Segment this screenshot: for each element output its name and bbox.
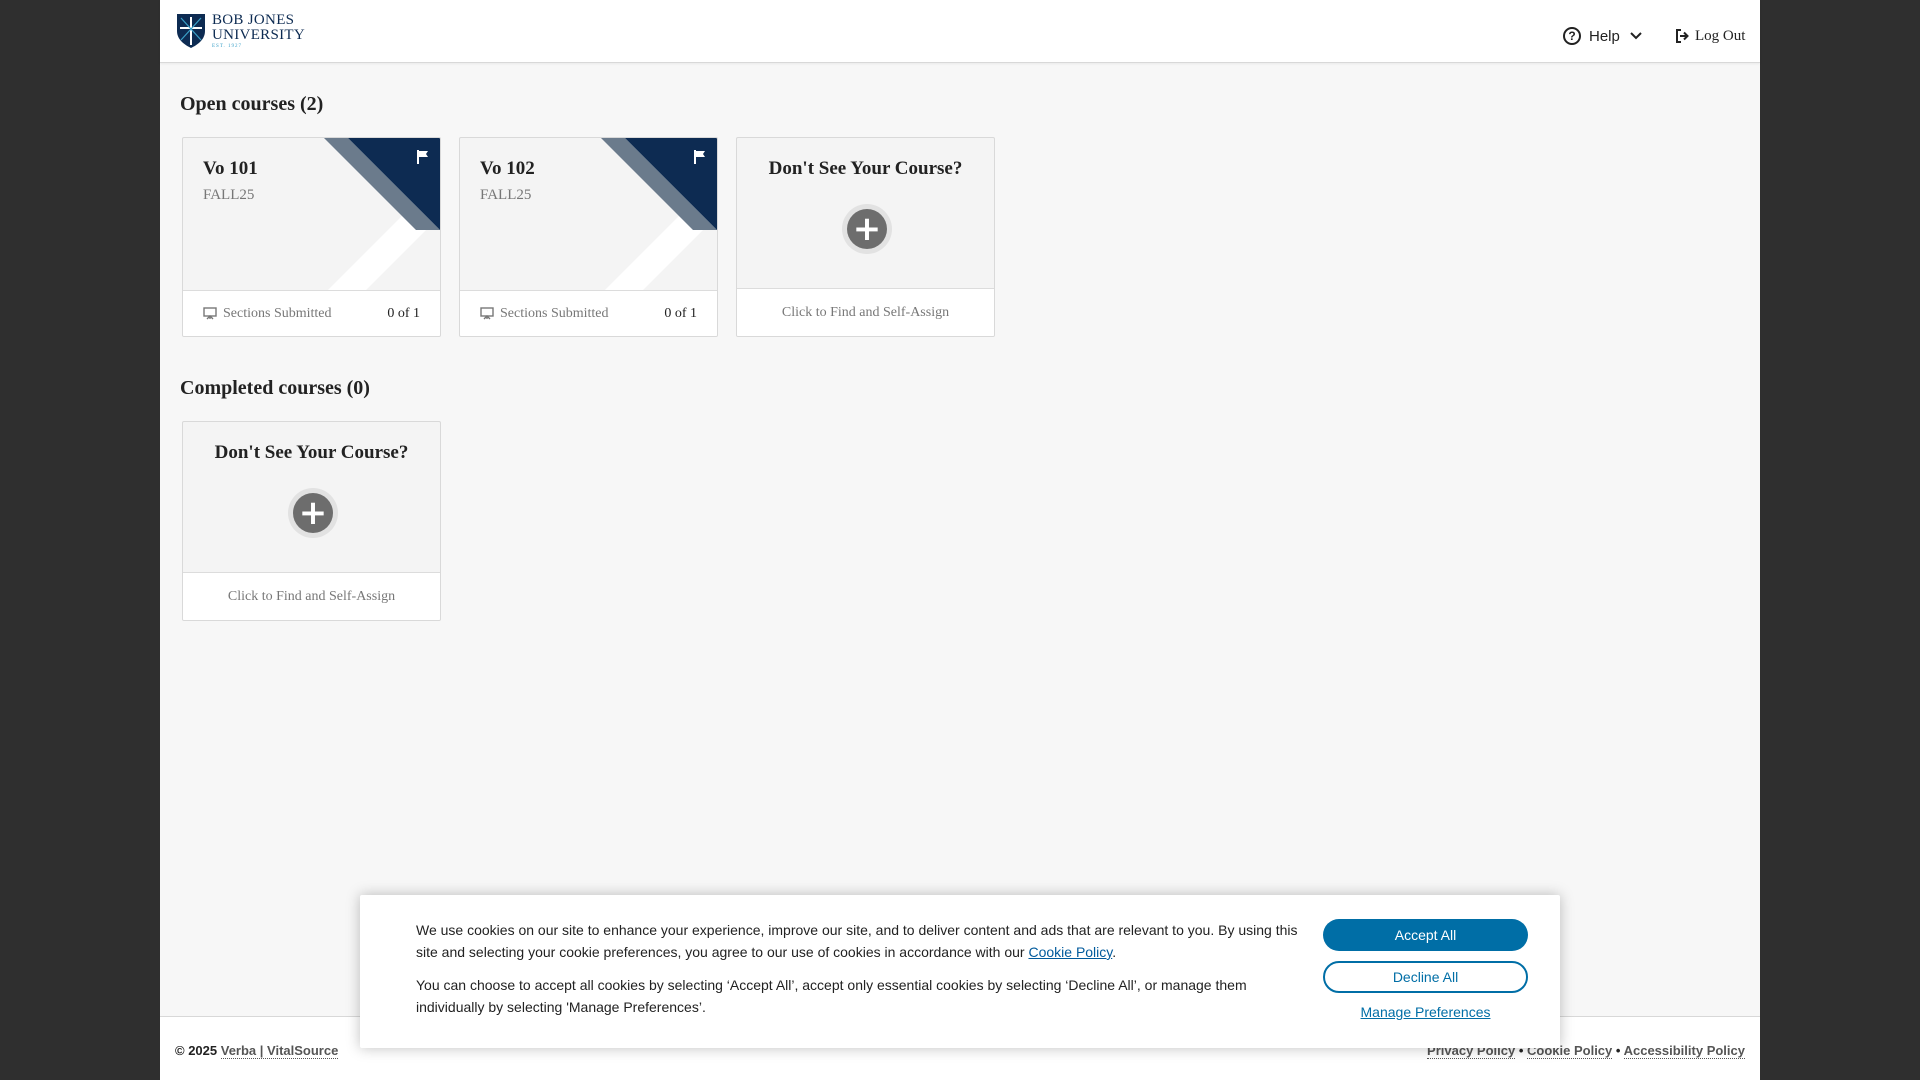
plus-circle-icon[interactable]: + [288,488,338,538]
course-card-footer: Sections Submitted 0 of 1 [183,290,440,336]
sign-out-icon [1676,29,1689,43]
sections-submitted-text: Sections Submitted [223,305,332,321]
presentation-board-icon [203,307,217,320]
cookie-policy-inline-link[interactable]: Cookie Policy [1028,944,1112,960]
question-circle-icon: ? [1563,27,1581,45]
decline-all-button[interactable]: Decline All [1323,961,1528,993]
presentation-board-icon [480,307,494,320]
cookie-banner-text: We use cookies on our site to enhance yo… [416,919,1302,1018]
course-term: FALL25 [203,187,255,203]
course-card[interactable]: Vo 101 FALL25 Sections Submitted 0 of 1 [182,137,441,337]
cookie-text-1: We use cookies on our site to enhance yo… [416,922,1298,960]
sections-submitted-label: Sections Submitted [480,306,664,322]
course-card[interactable]: Vo 102 FALL25 Sections Submitted 0 of 1 [459,137,718,337]
find-course-title: Don't See Your Course? [214,442,409,463]
find-course-action[interactable]: Click to Find and Self-Assign [737,288,994,336]
copyright-text: © 2025 [175,1043,218,1058]
cookie-consent-banner: We use cookies on our site to enhance yo… [360,895,1560,1048]
course-title: Vo 101 [203,158,258,179]
plus-circle-icon[interactable]: + [842,204,892,254]
course-term: FALL25 [480,187,532,203]
footer-separator: • [1615,1043,1621,1058]
logo-line-3: EST. 1927 [212,44,243,49]
verba-vitalsource-link[interactable]: Verba | VitalSource [220,1043,339,1059]
help-label: Help [1589,27,1620,45]
logo-line-1: BOB JONES [212,12,295,28]
cookie-paragraph-2: You can choose to accept all cookies by … [416,977,1247,1015]
sections-submitted-label: Sections Submitted [203,306,387,322]
find-course-card[interactable]: Don't See Your Course? + Click to Find a… [736,137,995,337]
chevron-down-icon [1630,32,1642,40]
logo-line-2: UNIVERSITY [212,27,305,43]
logo-text: BOB JONES UNIVERSITY EST. 1927 [212,12,305,50]
course-card-footer: Sections Submitted 0 of 1 [460,290,717,336]
find-course-action[interactable]: Click to Find and Self-Assign [183,572,440,620]
sections-submitted-text: Sections Submitted [500,305,609,321]
find-course-card[interactable]: Don't See Your Course? + Click to Find a… [182,421,441,621]
cookie-text-1-end: . [1112,944,1117,960]
completed-courses-heading: Completed courses (0) [180,377,370,399]
course-title: Vo 102 [480,158,535,179]
find-course-title: Don't See Your Course? [768,158,963,179]
flag-icon[interactable] [416,149,430,165]
accessibility-policy-link[interactable]: Accessibility Policy [1623,1043,1745,1059]
logout-button[interactable]: Log Out [1675,26,1745,46]
open-courses-heading: Open courses (2) [180,93,324,115]
sections-submitted-count: 0 of 1 [664,305,697,321]
manage-preferences-link[interactable]: Manage Preferences [1323,1004,1528,1020]
help-menu-button[interactable]: ? Help [1563,25,1642,47]
accept-all-button[interactable]: Accept All [1323,919,1528,951]
university-logo[interactable]: BOB JONES UNIVERSITY EST. 1927 [176,11,306,51]
cookie-paragraph-1: We use cookies on our site to enhance yo… [416,919,1302,963]
shield-crest-icon [177,14,205,48]
sections-submitted-count: 0 of 1 [387,305,420,321]
logout-label: Log Out [1695,27,1746,44]
top-header: BOB JONES UNIVERSITY EST. 1927 ? Help Lo… [160,0,1760,63]
copyright: © 2025 Verba | VitalSource [175,1043,339,1059]
flag-icon[interactable] [693,149,707,165]
